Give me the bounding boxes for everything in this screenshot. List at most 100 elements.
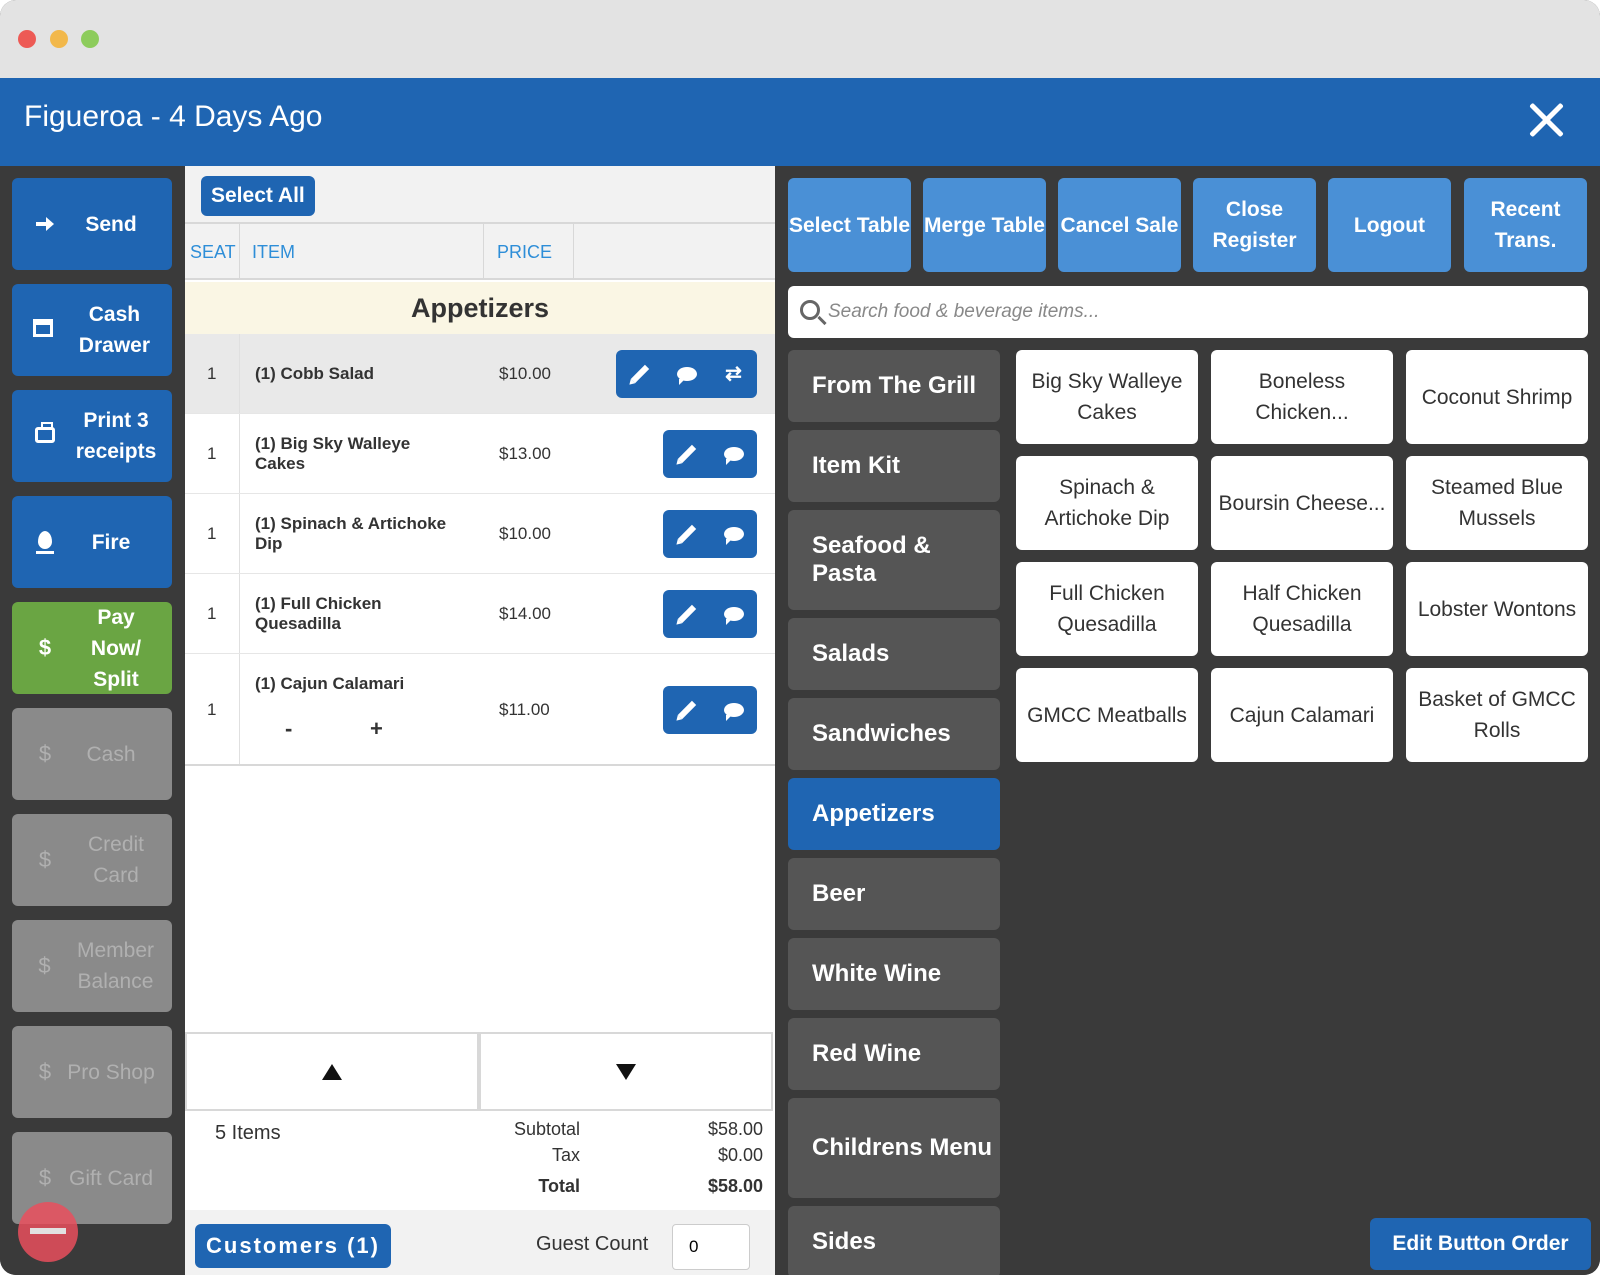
dollar-icon: $	[38, 847, 52, 872]
send-button[interactable]: Send	[12, 178, 172, 270]
ticket-row[interactable]: 1 (1) Spinach & Artichoke Dip $10.00	[185, 494, 775, 574]
row-item-name: (1) Spinach & Artichoke Dip	[255, 514, 447, 553]
member-balance-button[interactable]: $ Member Balance	[12, 920, 172, 1012]
tax-label: Tax	[551, 1145, 580, 1165]
menu-item-button[interactable]: Coconut Shrimp	[1406, 350, 1588, 444]
scroll-down-button[interactable]	[479, 1032, 773, 1111]
menu-item-button[interactable]: Lobster Wontons	[1406, 562, 1588, 656]
comment-icon[interactable]	[710, 590, 757, 638]
menu-item-button[interactable]: Boneless Chicken...	[1211, 350, 1393, 444]
logout-button[interactable]: Logout	[1328, 178, 1451, 272]
ticket-row[interactable]: 1 (1) Cobb Salad $10.00 ⇄	[185, 334, 775, 414]
credit-card-button[interactable]: $ Credit Card	[12, 814, 172, 906]
guest-count-input[interactable]	[672, 1224, 750, 1270]
repeat-icon[interactable]: ⇄	[710, 350, 757, 398]
pro-shop-button[interactable]: $ Pro Shop	[12, 1026, 172, 1118]
category-white-wine[interactable]: White Wine	[788, 938, 1000, 1010]
menu-item-button[interactable]: GMCC Meatballs	[1016, 668, 1198, 762]
search-icon	[800, 300, 820, 320]
row-price: $11.00	[499, 700, 550, 719]
cash-drawer-button[interactable]: Cash Drawer	[12, 284, 172, 376]
pay-now-split-label: Pay Now/ Split	[90, 605, 142, 691]
category-red-wine[interactable]: Red Wine	[788, 1018, 1000, 1090]
menu-item-button[interactable]: Steamed Blue Mussels	[1406, 456, 1588, 550]
menu-item-button[interactable]: Full Chicken Quesadilla	[1016, 562, 1198, 656]
arrow-right-icon	[30, 211, 60, 237]
menu-item-button[interactable]: Cajun Calamari	[1211, 668, 1393, 762]
recent-transactions-button[interactable]: Recent Trans.	[1464, 178, 1587, 272]
close-icon[interactable]	[1526, 100, 1566, 140]
total-amount: $58.00	[707, 1176, 763, 1196]
scroll-up-button[interactable]	[185, 1032, 479, 1111]
row-seat: 1	[207, 364, 217, 383]
ticket-row[interactable]: 1 (1) Cajun Calamari $11.00 - +	[185, 654, 775, 766]
action-sidebar: Send Cash Drawer Print 3 receipts Fire $…	[0, 166, 184, 1275]
search-input[interactable]	[828, 286, 1568, 338]
fire-button[interactable]: Fire	[12, 496, 172, 588]
customers-button[interactable]: Customers (1)	[195, 1224, 391, 1268]
quantity-decrease-button[interactable]: -	[285, 716, 292, 742]
row-actions	[663, 430, 757, 478]
window-minimize-dot[interactable]	[50, 30, 68, 48]
menu-item-button[interactable]: Basket of GMCC Rolls	[1406, 668, 1588, 762]
ticket-row[interactable]: 1 (1) Big Sky Walleye Cakes $13.00	[185, 414, 775, 494]
select-table-button[interactable]: Select Table	[788, 178, 911, 272]
row-item-name: (1) Cajun Calamari	[255, 674, 405, 693]
print-receipts-button[interactable]: Print 3 receipts	[12, 390, 172, 482]
ticket-toolbar: Select All	[185, 166, 775, 224]
row-seat: 1	[207, 524, 217, 543]
menu-item-button[interactable]: Spinach & Artichoke Dip	[1016, 456, 1198, 550]
cancel-sale-button[interactable]: Cancel Sale	[1058, 178, 1181, 272]
window-titlebar	[0, 0, 1600, 78]
edit-button-order-button[interactable]: Edit Button Order	[1370, 1218, 1591, 1270]
merge-table-button[interactable]: Merge Table	[923, 178, 1046, 272]
menu-item-button[interactable]: Half Chicken Quesadilla	[1211, 562, 1393, 656]
category-sandwiches[interactable]: Sandwiches	[788, 698, 1000, 770]
row-seat: 1	[207, 604, 217, 623]
select-all-button[interactable]: Select All	[201, 176, 315, 216]
quantity-increase-button[interactable]: +	[370, 716, 383, 742]
pencil-icon[interactable]	[663, 590, 710, 638]
category-seafood-pasta[interactable]: Seafood & Pasta	[788, 510, 1000, 610]
cash-drawer-label: Cash Drawer	[78, 303, 150, 357]
pencil-icon[interactable]	[663, 686, 710, 734]
comment-icon[interactable]	[710, 430, 757, 478]
pro-shop-label: Pro Shop	[67, 1060, 155, 1084]
window-zoom-dot[interactable]	[81, 30, 99, 48]
row-item-name: (1) Cobb Salad	[255, 364, 375, 383]
ticket-row[interactable]: 1 (1) Full Chicken Quesadilla $14.00	[185, 574, 775, 654]
comment-icon[interactable]	[710, 686, 757, 734]
price-column-header[interactable]: PRICE	[497, 242, 552, 263]
tax-amount: $0.00	[717, 1145, 763, 1165]
triangle-down-icon	[616, 1063, 636, 1080]
fire-label: Fire	[91, 530, 131, 554]
credit-card-label: Credit Card	[87, 833, 145, 887]
menu-item-button[interactable]: Big Sky Walleye Cakes	[1016, 350, 1198, 444]
row-price: $14.00	[499, 604, 551, 623]
subtotal-label: Subtotal	[513, 1119, 580, 1139]
ticket-category-heading: Appetizers	[185, 282, 775, 334]
app-window: Figueroa - 4 Days Ago Send Cash Drawer P…	[0, 0, 1600, 1275]
triangle-up-icon	[322, 1063, 342, 1080]
menu-item-button[interactable]: Boursin Cheese...	[1211, 456, 1393, 550]
category-salads[interactable]: Salads	[788, 618, 1000, 690]
pencil-icon[interactable]	[663, 510, 710, 558]
comment-icon[interactable]	[663, 350, 710, 398]
window-close-dot[interactable]	[18, 30, 36, 48]
gift-card-label: Gift Card	[68, 1166, 154, 1190]
item-column-header[interactable]: ITEM	[252, 242, 295, 263]
category-beer[interactable]: Beer	[788, 858, 1000, 930]
category-item-kit[interactable]: Item Kit	[788, 430, 1000, 502]
pencil-icon[interactable]	[616, 350, 663, 398]
pencil-icon[interactable]	[663, 430, 710, 478]
category-sides[interactable]: Sides	[788, 1206, 1000, 1275]
close-register-button[interactable]: Close Register	[1193, 178, 1316, 272]
seat-column-header[interactable]: SEAT	[190, 242, 236, 263]
category-childrens-menu[interactable]: Childrens Menu	[788, 1098, 1000, 1198]
pay-now-split-button[interactable]: $ Pay Now/ Split	[12, 602, 172, 694]
menu-panel: Select Table Merge Table Cancel Sale Clo…	[776, 166, 1600, 1275]
category-from-the-grill[interactable]: From The Grill	[788, 350, 1000, 422]
cash-button[interactable]: $ Cash	[12, 708, 172, 800]
category-appetizers[interactable]: Appetizers	[788, 778, 1000, 850]
comment-icon[interactable]	[710, 510, 757, 558]
